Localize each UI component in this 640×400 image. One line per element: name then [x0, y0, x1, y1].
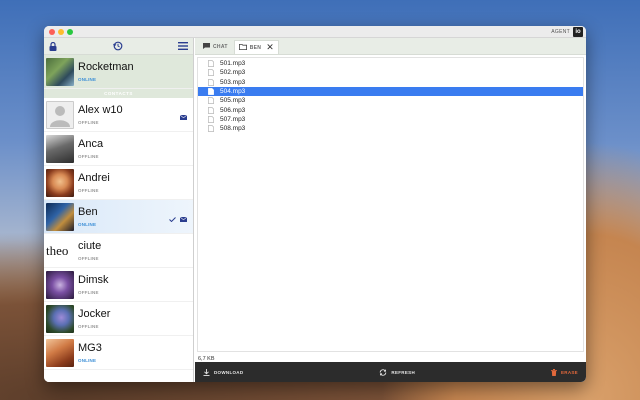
contact-item[interactable]: Alex w10 OFFLINE: [44, 98, 193, 132]
contact-status: OFFLINE: [78, 120, 99, 125]
contacts-header: CONTACTS: [44, 89, 193, 98]
file-icon: [208, 78, 214, 86]
contact-name: Dimsk: [78, 274, 109, 286]
contact-item[interactable]: Ben ONLINE: [44, 200, 193, 234]
title-bar: AGENT io: [44, 26, 586, 38]
chat-icon: [203, 43, 210, 51]
contact-item[interactable]: theo ciute OFFLINE: [44, 234, 193, 268]
avatar: [46, 338, 74, 367]
file-icon: [208, 69, 214, 77]
close-tab-icon[interactable]: ✕: [266, 43, 274, 52]
file-name: 504.mp3: [220, 88, 246, 96]
avatar: [46, 57, 74, 86]
avatar: [46, 100, 74, 129]
avatar: [46, 134, 74, 163]
contact-status: OFFLINE: [78, 154, 99, 159]
file-icon: [208, 106, 214, 114]
contact-status: ONLINE: [78, 358, 97, 363]
check-icon: [169, 209, 176, 227]
file-list: 501.mp3 502.mp3 503.mp3 504.mp3 505.mp3 …: [197, 57, 584, 352]
refresh-icon: [380, 368, 387, 376]
file-row[interactable]: 501.mp3: [198, 59, 583, 68]
file-row[interactable]: 506.mp3: [198, 105, 583, 114]
file-name: 501.mp3: [220, 60, 246, 68]
envelope-icon[interactable]: [179, 107, 188, 125]
contact-item[interactable]: Jocker OFFLINE: [44, 302, 193, 336]
download-button[interactable]: DOWNLOAD: [203, 368, 244, 376]
current-user[interactable]: Rocketman ONLINE: [44, 55, 193, 89]
file-name: 502.mp3: [220, 69, 246, 77]
contact-status: ONLINE: [78, 77, 97, 82]
brand: AGENT io: [551, 27, 583, 37]
avatar-text: theo: [46, 242, 69, 258]
file-row[interactable]: 508.mp3: [198, 124, 583, 133]
action-bar: DOWNLOAD REFRESH ERASE: [195, 362, 586, 382]
window-close-button[interactable]: [49, 29, 55, 35]
trash-icon: [550, 368, 557, 376]
contact-name: Anca: [78, 138, 104, 150]
file-icon: [208, 88, 214, 95]
tab-ben[interactable]: BEN ✕: [233, 40, 280, 54]
file-icon: [208, 116, 214, 123]
sidebar: Rocketman ONLINE CONTACTS Alex w10 OFFLI…: [44, 38, 194, 382]
avatar: [46, 168, 74, 197]
file-icon: [208, 97, 214, 105]
file-row[interactable]: 505.mp3: [198, 96, 583, 105]
tab-label: BEN: [249, 44, 262, 51]
contact-item[interactable]: Andrei OFFLINE: [44, 166, 193, 200]
avatar: [46, 202, 74, 231]
file-icon: [208, 60, 214, 68]
contact-status: OFFLINE: [78, 290, 99, 295]
file-name: 505.mp3: [220, 97, 246, 105]
main-panel: CHAT BEN ✕ 501.mp3 502.mp3 503.mp3 504.m…: [195, 38, 586, 382]
file-row[interactable]: 507.mp3: [198, 115, 583, 124]
contact-name: ciute: [78, 240, 102, 252]
file-icon: [208, 125, 214, 133]
file-row[interactable]: 503.mp3: [198, 78, 583, 87]
contact-item[interactable]: Anca OFFLINE: [44, 132, 193, 166]
contact-item[interactable]: Dimsk OFFLINE: [44, 268, 193, 302]
contact-item[interactable]: MG3 ONLINE: [44, 336, 193, 370]
contact-name: Alex w10: [78, 104, 123, 116]
brand-text: AGENT: [551, 29, 570, 35]
avatar: [46, 270, 74, 299]
contact-status: OFFLINE: [78, 256, 99, 261]
menu-icon[interactable]: [178, 42, 188, 50]
tab-label: CHAT: [213, 44, 228, 50]
refresh-button[interactable]: REFRESH: [379, 368, 415, 376]
avatar: [46, 304, 74, 333]
lock-icon[interactable]: [49, 41, 57, 51]
brand-logo: io: [573, 27, 583, 37]
contact-name: Andrei: [78, 172, 110, 184]
file-row[interactable]: 502.mp3: [198, 68, 583, 77]
folder-icon: [238, 43, 247, 52]
file-name: 508.mp3: [220, 125, 246, 133]
tab-bar: CHAT BEN ✕: [195, 38, 586, 55]
envelope-icon[interactable]: [179, 209, 188, 227]
sidebar-toolbar: [44, 38, 193, 55]
refresh-label: REFRESH: [391, 369, 415, 375]
contact-status: ONLINE: [78, 222, 97, 227]
window-minimize-button[interactable]: [58, 29, 64, 35]
file-name: 507.mp3: [220, 115, 246, 123]
contact-name: Jocker: [78, 308, 111, 320]
erase-label: ERASE: [560, 369, 578, 375]
download-label: DOWNLOAD: [214, 369, 244, 375]
file-name: 506.mp3: [220, 106, 246, 114]
file-row-selected[interactable]: 504.mp3: [198, 86, 583, 97]
download-icon: [203, 368, 210, 376]
contact-name: MG3: [78, 342, 102, 354]
contact-name: Ben: [78, 206, 98, 218]
tab-chat[interactable]: CHAT: [199, 40, 232, 54]
erase-button[interactable]: ERASE: [550, 368, 578, 376]
contact-status: OFFLINE: [78, 324, 99, 329]
app-window: AGENT io Rocketman ONLINE CONTACTS Alex …: [44, 26, 586, 382]
contact-name: Rocketman: [78, 61, 134, 73]
history-icon[interactable]: [112, 41, 123, 51]
window-maximize-button[interactable]: [67, 29, 73, 35]
contact-status: OFFLINE: [78, 188, 99, 193]
file-name: 503.mp3: [220, 78, 246, 86]
